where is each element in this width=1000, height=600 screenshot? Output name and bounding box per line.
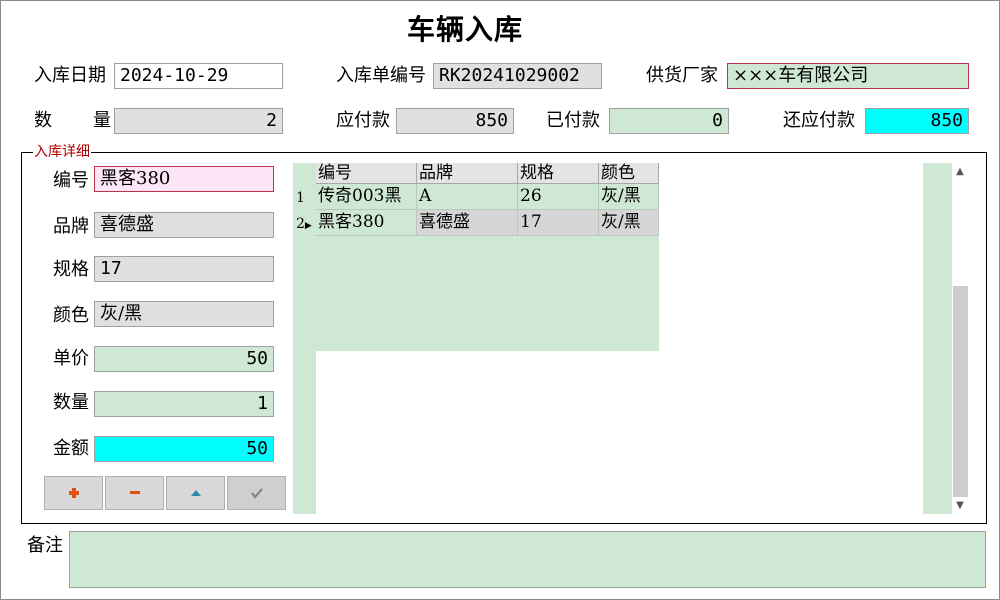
price-label: 单价 — [53, 348, 89, 369]
grid-cell-brand[interactable]: A — [417, 184, 518, 210]
supplier-label: 供货厂家 — [646, 65, 718, 86]
grid-row-number-current[interactable]: 2▶ — [293, 210, 316, 236]
payable-field[interactable]: 850 — [396, 108, 514, 134]
grid-cell-color[interactable]: 灰/黑 — [599, 210, 659, 236]
add-item-button[interactable] — [44, 476, 103, 510]
spec-label: 规格 — [53, 259, 89, 280]
supplier-field[interactable]: ×××车有限公司 — [727, 63, 969, 89]
remove-item-button[interactable] — [105, 476, 164, 510]
grid-scrollbar-thumb[interactable] — [953, 286, 968, 497]
grid-cell-spec[interactable]: 26 — [518, 184, 599, 210]
spec-field[interactable]: 17 — [94, 256, 274, 282]
color-label: 颜色 — [53, 305, 89, 326]
brand-label: 品牌 — [53, 216, 89, 237]
move-up-button[interactable] — [166, 476, 225, 510]
notes-field[interactable] — [69, 531, 986, 588]
row-pointer-icon: ▶ — [304, 221, 312, 231]
remaining-field[interactable]: 850 — [865, 108, 969, 134]
notes-label: 备注 — [27, 535, 63, 556]
order-number-field[interactable]: RK20241029002 — [433, 63, 602, 89]
brand-field[interactable]: 喜德盛 — [94, 212, 274, 238]
quantity-label-second: 量 — [93, 110, 111, 131]
item-quantity-field[interactable]: 1 — [94, 391, 274, 417]
grid-cell-brand[interactable]: 喜德盛 — [417, 210, 518, 236]
paid-label: 已付款 — [546, 110, 600, 131]
grid-right-strip — [923, 163, 951, 514]
plus-icon — [68, 488, 79, 498]
code-field[interactable]: 黑客380 — [94, 166, 274, 192]
grid-row-number[interactable]: 1 — [293, 184, 316, 210]
paid-field[interactable]: 0 — [609, 108, 729, 134]
quantity-label-first: 数 — [34, 110, 52, 131]
color-field[interactable]: 灰/黑 — [94, 301, 274, 327]
scroll-down-icon[interactable]: ▼ — [951, 497, 969, 514]
grid-cell-spec[interactable]: 17 — [518, 210, 599, 236]
grid-row-number-value: 2 — [296, 216, 305, 232]
grid-cell-color[interactable]: 灰/黑 — [599, 184, 659, 210]
grid-header-spec[interactable]: 规格 — [518, 163, 599, 184]
grid-cell-code[interactable]: 黑客380 — [316, 210, 417, 236]
triangle-up-icon — [190, 490, 201, 496]
detail-group-label: 入库详细 — [33, 144, 91, 160]
date-field[interactable]: 2024-10-29 — [114, 63, 283, 89]
amount-label: 金额 — [53, 438, 89, 459]
confirm-button[interactable] — [227, 476, 286, 510]
scroll-up-icon[interactable]: ▲ — [951, 163, 969, 180]
grid-header-code[interactable]: 编号 — [316, 163, 417, 184]
remaining-label: 还应付款 — [783, 110, 855, 131]
code-label: 编号 — [53, 170, 89, 191]
grid-header-color[interactable]: 颜色 — [599, 163, 659, 184]
grid-header-brand[interactable]: 品牌 — [417, 163, 518, 184]
check-icon — [250, 488, 263, 499]
payable-label: 应付款 — [336, 110, 390, 131]
amount-field[interactable]: 50 — [94, 436, 274, 462]
quantity-field[interactable]: 2 — [114, 108, 283, 134]
grid-cell-code[interactable]: 传奇003黑 — [316, 184, 417, 210]
date-label: 入库日期 — [34, 65, 106, 86]
order-number-label: 入库单编号 — [336, 65, 426, 86]
minus-icon — [129, 491, 140, 494]
page-title: 车辆入库 — [406, 13, 523, 46]
item-quantity-label: 数量 — [53, 392, 89, 413]
price-field[interactable]: 50 — [94, 346, 274, 372]
